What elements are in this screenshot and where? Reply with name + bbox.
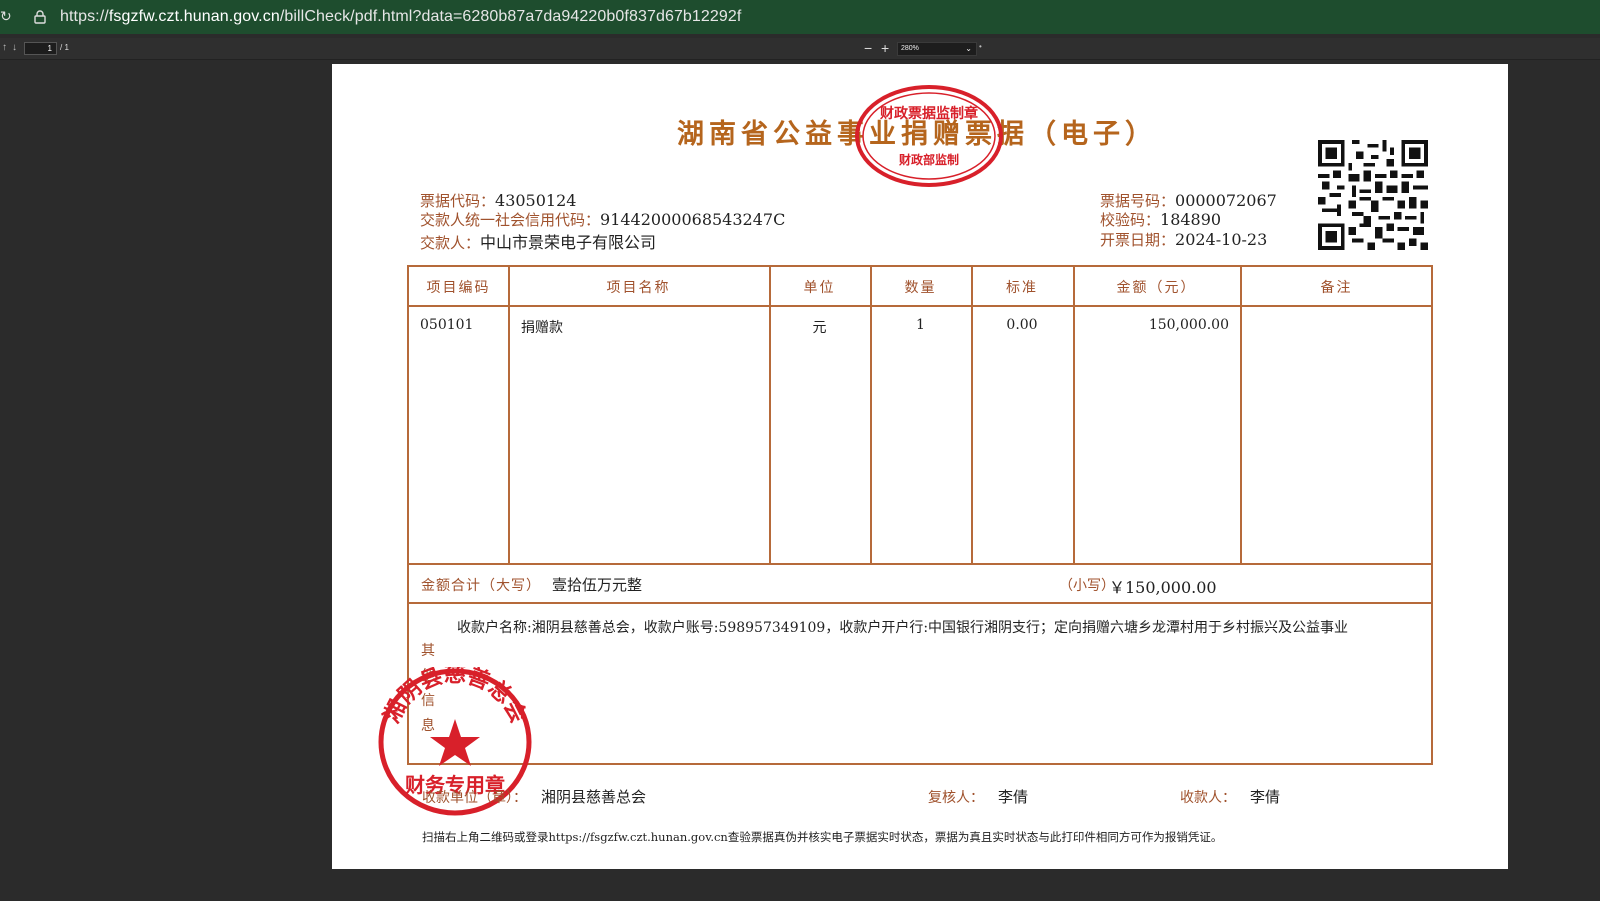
check-code-row: 校验码：184890	[1100, 209, 1221, 230]
col-divider	[870, 267, 872, 565]
payee-value: 李倩	[1250, 788, 1281, 806]
col-divider	[769, 267, 771, 565]
issue-date-value: 2024-10-23	[1175, 230, 1268, 249]
chevron-down-icon: ⌄	[965, 44, 972, 53]
zoom-value: 280%	[901, 45, 919, 52]
cell-code: 050101	[420, 317, 474, 333]
pdf-toolbar: ↑ ↓ 1 / 1 − + 280% ⌄ •	[0, 38, 1600, 60]
payer-credit-label: 交款人统一社会信用代码：	[420, 211, 601, 229]
total-lower-value: ￥150,000.00	[1109, 578, 1217, 597]
bill-no-row: 票据号码：0000072067	[1100, 190, 1277, 211]
url-host: fsgzfw.czt.hunan.gov.cn	[108, 8, 280, 25]
total-divider	[409, 563, 1431, 565]
other-divider	[409, 602, 1431, 604]
cell-name: 捐赠款	[521, 320, 563, 336]
payer-label: 交款人：	[420, 234, 481, 252]
col-divider	[971, 267, 973, 565]
url-path: /billCheck/pdf.html?data=6280b87a7da9422…	[279, 8, 742, 25]
payee-row: 收款人： 李倩	[1180, 786, 1280, 807]
prev-page-icon[interactable]: ↑	[2, 42, 7, 53]
cell-qty: 1	[916, 317, 925, 333]
col-divider	[1073, 267, 1075, 565]
payer-row: 交款人：中山市景荣电子有限公司	[420, 229, 656, 253]
reload-icon[interactable]: ↻	[0, 9, 12, 25]
payee-label: 收款人：	[1180, 790, 1236, 806]
finance-seal-stamp: 财政票据监制章 财政部监制	[855, 85, 1003, 187]
check-code-value: 184890	[1160, 210, 1222, 229]
issue-date-label: 开票日期：	[1100, 231, 1176, 249]
issue-date-row: 开票日期：2024-10-23	[1100, 229, 1267, 250]
url-text[interactable]: https://fsgzfw.czt.hunan.gov.cn/billChec…	[60, 8, 741, 26]
col-header-std: 标准	[1006, 280, 1038, 296]
zoom-out-button[interactable]: −	[864, 40, 872, 56]
site-info-icon[interactable]	[28, 5, 52, 29]
zoom-select[interactable]: 280% ⌄	[897, 42, 977, 56]
total-upper-label: 金额合计（大写）	[421, 578, 541, 594]
col-header-qty: 数量	[904, 280, 937, 296]
receiver-unit-value: 湘阴县慈善总会	[541, 788, 647, 806]
col-divider	[508, 267, 510, 565]
qr-code[interactable]	[1318, 140, 1428, 250]
col-header-amount: 金额（元）	[1116, 280, 1197, 296]
star-icon	[430, 719, 480, 766]
col-header-unit: 单位	[803, 280, 836, 296]
receipt-table: 项目编码 项目名称 单位 数量 标准 金额（元） 备注 050101 捐赠款 元…	[407, 265, 1433, 765]
verification-note: 扫描右上角二维码或登录https://fsgzfw.czt.hunan.gov.…	[422, 830, 1223, 844]
total-upper-value: 壹拾伍万元整	[552, 576, 643, 594]
seal-top-text: 财政票据监制章	[879, 105, 978, 122]
more-options-icon[interactable]: •	[979, 42, 982, 51]
check-code-label: 校验码：	[1100, 211, 1161, 229]
reviewer-row: 复核人： 李倩	[928, 786, 1028, 807]
seal-arc-text: 湘阴县慈善总会	[379, 667, 532, 727]
payer-credit-value: 91442000068543247C	[600, 210, 786, 229]
receiver-unit-label: 收款单位（章）：	[422, 790, 527, 806]
pdf-page: 湖南省公益事业捐赠票据（电子） 财政票据监制章 财政部监制 票据代码：43050…	[332, 64, 1508, 869]
col-header-code: 项目编码	[426, 280, 491, 296]
header-divider	[409, 305, 1431, 307]
cell-amount: 150,000.00	[1148, 317, 1229, 333]
payer-value: 中山市景荣电子有限公司	[480, 233, 657, 252]
total-lower-label: （小写）	[1059, 578, 1115, 594]
url-scheme: https://	[60, 8, 109, 25]
payer-credit-row: 交款人统一社会信用代码：91442000068543247C	[420, 209, 785, 230]
cell-std: 0.00	[1006, 317, 1038, 333]
page-number-input[interactable]: 1	[24, 42, 57, 55]
other-info-text: 收款户名称:湘阴县慈善总会，收款户账号:598957349109，收款户开户行:…	[457, 620, 1349, 636]
reviewer-value: 李倩	[998, 788, 1029, 806]
reviewer-label: 复核人：	[928, 790, 984, 806]
cell-unit: 元	[812, 320, 827, 336]
browser-address-bar[interactable]: ↻ https://fsgzfw.czt.hunan.gov.cn/billCh…	[0, 0, 1600, 34]
bill-code-row: 票据代码：43050124	[420, 190, 576, 211]
col-header-remark: 备注	[1320, 280, 1353, 296]
page-total: / 1	[60, 43, 69, 52]
bill-code-label: 票据代码：	[420, 192, 496, 210]
bill-no-value: 0000072067	[1175, 191, 1277, 210]
seal-bottom-text: 财政部监制	[898, 152, 959, 167]
bill-code-value: 43050124	[495, 191, 577, 210]
next-page-icon[interactable]: ↓	[12, 42, 17, 53]
col-divider	[1240, 267, 1242, 565]
col-header-name: 项目名称	[606, 280, 671, 296]
zoom-in-button[interactable]: +	[881, 40, 889, 56]
receiver-unit-row: 收款单位（章）： 湘阴县慈善总会	[422, 786, 646, 807]
bill-no-label: 票据号码：	[1100, 192, 1176, 210]
svg-text:湘阴县慈善总会: 湘阴县慈善总会	[379, 667, 532, 727]
